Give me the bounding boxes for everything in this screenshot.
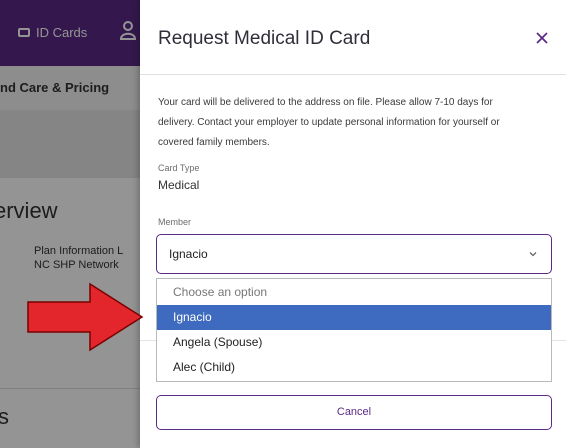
close-icon[interactable] — [534, 30, 550, 46]
cancel-button[interactable]: Cancel — [156, 395, 552, 430]
card-type-value: Medical — [158, 178, 200, 192]
member-option-angela[interactable]: Angela (Spouse) — [157, 330, 551, 355]
modal-header: Request Medical ID Card — [140, 0, 566, 75]
member-option-placeholder[interactable]: Choose an option — [157, 280, 551, 305]
chevron-down-icon — [529, 252, 537, 257]
member-option-alec[interactable]: Alec (Child) — [157, 355, 551, 380]
member-options-list: Choose an option Ignacio Angela (Spouse)… — [156, 278, 552, 382]
modal-title: Request Medical ID Card — [158, 28, 371, 49]
member-select-value: Ignacio — [169, 247, 208, 261]
modal-description: Your card will be delivered to the addre… — [158, 97, 500, 148]
member-label: Member — [158, 217, 192, 227]
card-type-label: Card Type — [158, 163, 200, 173]
member-option-ignacio[interactable]: Ignacio — [157, 305, 551, 330]
red-arrow-icon — [27, 282, 144, 352]
request-id-card-modal: Request Medical ID Card Your card will b… — [140, 0, 566, 448]
member-select[interactable]: Ignacio — [156, 234, 552, 274]
